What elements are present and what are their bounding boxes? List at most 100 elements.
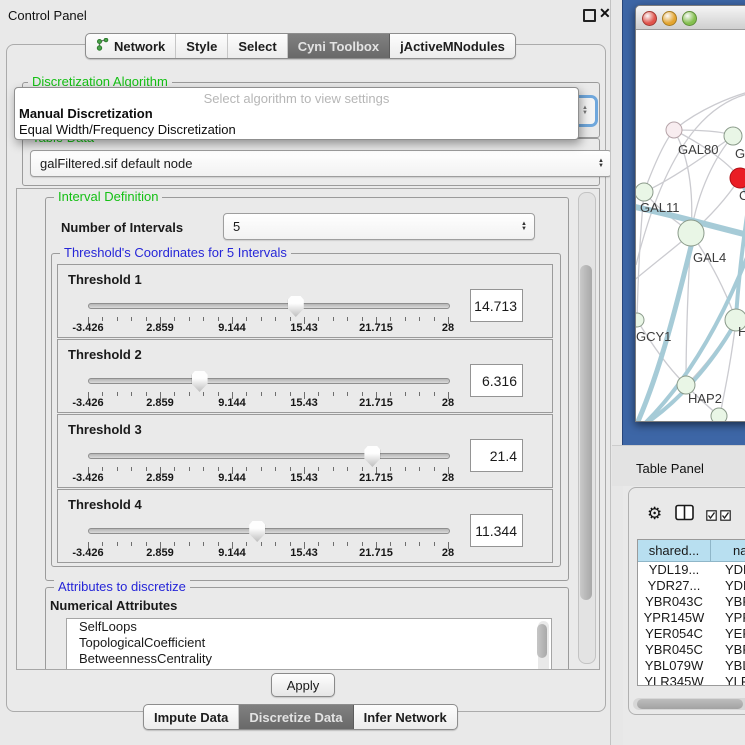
network-edge[interactable] [674, 90, 745, 130]
attribute-list-item[interactable]: SelfLoops [67, 619, 551, 635]
slider-thumb[interactable] [192, 371, 208, 392]
tick-label: 2.859 [146, 397, 174, 409]
node-table[interactable]: shared... na YDL19...YDL1YDR27...YDR2YBR… [637, 539, 745, 686]
network-node-green[interactable] [724, 127, 742, 145]
list-scrollbar[interactable] [538, 621, 549, 670]
slider-track[interactable] [88, 528, 450, 534]
close-icon[interactable]: ✕ [599, 5, 611, 22]
checkbox-icon[interactable] [720, 509, 731, 524]
slider-thumb[interactable] [364, 446, 380, 467]
network-edge[interactable] [636, 236, 688, 282]
slider-tick [146, 392, 147, 396]
tick-label: -3.426 [72, 472, 103, 484]
network-canvas[interactable]: GAL80GAGAL11CGAL4GCY1HHAP2 [636, 30, 745, 421]
columns-icon[interactable] [675, 504, 695, 525]
tab-infer-network[interactable]: Infer Network [354, 705, 457, 729]
close-traffic-light-icon[interactable] [642, 11, 657, 26]
tick-label: 15.43 [290, 547, 318, 559]
tab-cyni-toolbox[interactable]: Cyni Toolbox [288, 34, 390, 58]
tab-style[interactable]: Style [176, 34, 228, 58]
slider-tick [290, 542, 291, 546]
zoom-traffic-light-icon[interactable] [682, 11, 697, 26]
network-node-green[interactable] [711, 408, 727, 421]
table-row[interactable]: YLR345WYLR3 [638, 674, 745, 686]
tick-label: 28 [442, 397, 454, 409]
threshold-value-field[interactable]: 14.713 [470, 289, 523, 322]
network-node-label: H [738, 324, 745, 339]
tab-discretize-data[interactable]: Discretize Data [239, 705, 353, 729]
slider-track[interactable] [88, 453, 450, 459]
table-row[interactable]: YDL19...YDL1 [638, 562, 745, 578]
threshold-value-field[interactable]: 6.316 [470, 364, 523, 397]
slider-tick [246, 317, 247, 321]
attribute-list-item[interactable]: TopologicalCoefficient [67, 635, 551, 651]
numerical-attributes-list[interactable]: SelfLoopsTopologicalCoefficientBetweenne… [66, 618, 552, 670]
slider-tick [131, 542, 132, 546]
slider-tick [174, 317, 175, 321]
threshold-value-field[interactable]: 21.4 [470, 439, 523, 472]
tick-label: 2.859 [146, 547, 174, 559]
network-node-green[interactable] [636, 313, 644, 327]
gear-icon[interactable]: ⚙ [647, 505, 662, 522]
network-edge[interactable] [644, 130, 674, 192]
table-row[interactable]: YPR145WYPR1 [638, 610, 745, 626]
network-window-titlebar[interactable] [636, 6, 745, 30]
slider-thumb[interactable] [249, 521, 265, 542]
slider-tick [203, 542, 204, 546]
slider-track[interactable] [88, 378, 450, 384]
slider-thumb[interactable] [288, 296, 304, 317]
table-data-combobox[interactable]: galFiltered.sif default node ▲▼ [30, 150, 612, 177]
table-row[interactable]: YBR043CYBR0 [638, 594, 745, 610]
column-header-shared-name[interactable]: shared... [638, 540, 711, 562]
network-node-pink[interactable] [666, 122, 682, 138]
table-cell-name: YER0 [711, 626, 745, 642]
column-header-name[interactable]: na [711, 540, 745, 562]
panel-scrollbar-thumb[interactable] [580, 265, 592, 600]
slider-tick [434, 317, 435, 321]
popup-option-equal-width[interactable]: Equal Width/Frequency Discretization [19, 122, 236, 137]
tab-impute-data[interactable]: Impute Data [144, 705, 239, 729]
network-view-window[interactable]: GAL80GAGAL11CGAL4GCY1HHAP2 [635, 5, 745, 422]
tab-network[interactable]: Network [86, 34, 176, 58]
slider-tick [419, 392, 420, 396]
threshold-value-field[interactable]: 11.344 [470, 514, 523, 547]
checkbox-icon[interactable] [706, 509, 717, 524]
slider-tick [434, 392, 435, 396]
number-of-intervals-combobox[interactable]: 5 ▲▼ [223, 213, 535, 240]
slider-tick [275, 392, 276, 396]
table-row[interactable]: YER054CYER0 [638, 626, 745, 642]
slider-track[interactable] [88, 303, 450, 309]
list-scrollbar-thumb[interactable] [537, 624, 547, 658]
table-row[interactable]: YBL079WYBL0 [638, 658, 745, 674]
network-node-green[interactable] [678, 220, 704, 246]
table-cell-name: YBR0 [711, 642, 745, 658]
float-window-icon[interactable] [583, 9, 596, 22]
table-hscrollbar[interactable] [633, 698, 745, 710]
numerical-attributes-heading: Numerical Attributes [50, 598, 177, 613]
network-node-green[interactable] [636, 183, 653, 201]
slider-tick [261, 392, 262, 396]
panel-title: Control Panel [8, 8, 87, 23]
minimize-traffic-light-icon[interactable] [662, 11, 677, 26]
tab-jactivemnodules[interactable]: jActiveMNodules [390, 34, 515, 58]
slider-tick [333, 392, 334, 396]
table-row[interactable]: YDR27...YDR2 [638, 578, 745, 594]
number-of-intervals-value: 5 [233, 219, 240, 234]
apply-button[interactable]: Apply [271, 673, 335, 697]
table-hscrollbar-thumb[interactable] [637, 699, 743, 709]
slider-tick [275, 317, 276, 321]
network-edge[interactable] [691, 233, 736, 320]
slider-tick [290, 392, 291, 396]
slider-tick [131, 317, 132, 321]
popup-option-manual[interactable]: Manual Discretization [19, 106, 153, 121]
table-row[interactable]: YBR045CYBR0 [638, 642, 745, 658]
combo-arrows-icon: ▲▼ [582, 106, 588, 116]
table-cell-name: YBL0 [711, 658, 745, 674]
threshold-label: Threshold 4 [68, 497, 142, 512]
attribute-list-item[interactable]: BetweennessCentrality [67, 651, 551, 667]
tab-select[interactable]: Select [228, 34, 287, 58]
tick-label: 2.859 [146, 472, 174, 484]
table-cell-name: YLR3 [711, 674, 745, 686]
slider-tick [131, 467, 132, 471]
network-node-red[interactable] [730, 168, 745, 188]
